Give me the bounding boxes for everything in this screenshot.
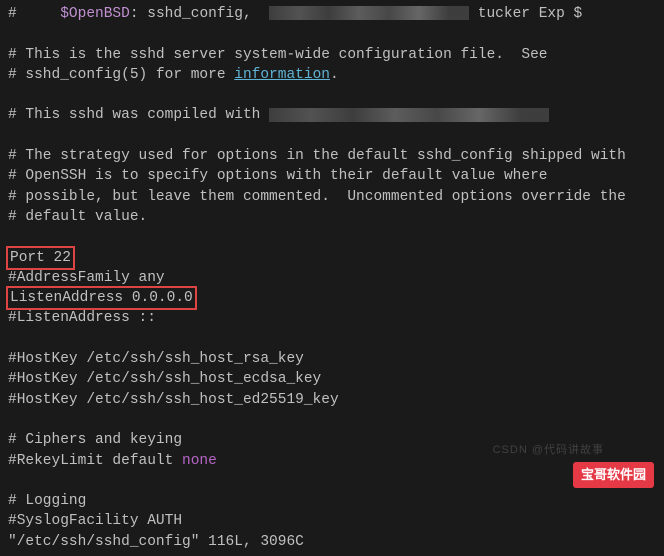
blank-line: [8, 24, 656, 44]
hostkey-rsa-line: #HostKey /etc/ssh/ssh_host_rsa_key: [8, 349, 656, 369]
none-keyword: none: [182, 453, 217, 469]
compiled-line: # This sshd was compiled with: [8, 105, 656, 125]
syslog-facility-line: #SyslogFacility AUTH: [8, 511, 656, 531]
addressfamily-line: #AddressFamily any: [8, 268, 656, 288]
port-highlight-box: Port 22: [6, 246, 75, 270]
hostkey-ed25519-line: #HostKey /etc/ssh/ssh_host_ed25519_key: [8, 390, 656, 410]
status-line: "/etc/ssh/sshd_config" 116L, 3096C: [8, 532, 656, 552]
strategy-line-1: # The strategy used for options in the d…: [8, 146, 656, 166]
credit-watermark: CSDN @代码讲故事: [493, 443, 604, 458]
strategy-line-3: # possible, but leave them commented. Un…: [8, 187, 656, 207]
information-link[interactable]: information: [234, 67, 330, 83]
brand-watermark: 宝哥软件园: [573, 462, 654, 488]
redacted-block: [269, 108, 549, 122]
blank-line: [8, 410, 656, 430]
blank-line: [8, 227, 656, 247]
blank-line: [8, 329, 656, 349]
intro-line-1: # This is the sshd server system-wide co…: [8, 45, 656, 65]
strategy-line-4: # default value.: [8, 207, 656, 227]
listen-address-ipv6-line: #ListenAddress ::: [8, 308, 656, 328]
blank-line: [8, 471, 656, 491]
terminal-view[interactable]: # $OpenBSD: sshd_config, tucker Exp $ # …: [0, 0, 664, 556]
hostkey-ecdsa-line: #HostKey /etc/ssh/ssh_host_ecdsa_key: [8, 369, 656, 389]
listen-highlight-box: ListenAddress 0.0.0.0: [6, 286, 197, 310]
file-header-line: # $OpenBSD: sshd_config, tucker Exp $: [8, 4, 656, 24]
blank-line: [8, 85, 656, 105]
redacted-block: [269, 6, 469, 20]
openbsd-variable: $OpenBSD: [60, 6, 130, 22]
header-filename: : sshd_config,: [130, 6, 252, 22]
logging-header-line: # Logging: [8, 491, 656, 511]
hash-char: #: [8, 6, 17, 22]
header-suffix: tucker Exp $: [478, 6, 582, 22]
listen-address-line: ListenAddress 0.0.0.0: [8, 288, 656, 308]
strategy-line-2: # OpenSSH is to specify options with the…: [8, 166, 656, 186]
blank-line: [8, 126, 656, 146]
port-line: Port 22: [8, 248, 656, 268]
intro-line-2: # sshd_config(5) for more information.: [8, 65, 656, 85]
